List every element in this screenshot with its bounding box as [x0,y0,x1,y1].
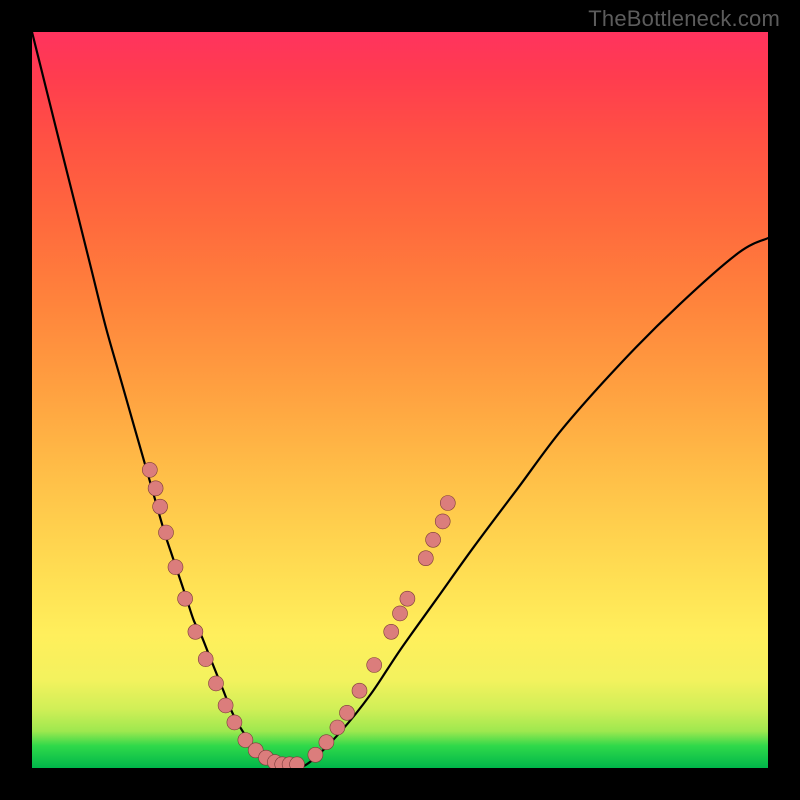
data-point [142,462,157,477]
chart-frame: TheBottleneck.com [0,0,800,800]
data-point [209,676,224,691]
data-point [319,735,334,750]
watermark-text: TheBottleneck.com [588,6,780,32]
data-point [426,532,441,547]
data-point [188,624,203,639]
data-point [153,499,168,514]
data-point [400,591,415,606]
chart-svg [32,32,768,768]
data-point [340,705,355,720]
data-point [330,720,345,735]
data-point [308,747,323,762]
data-point [168,560,183,575]
data-point [352,683,367,698]
data-point [159,525,174,540]
bottleneck-curve [32,32,768,768]
data-point [218,698,233,713]
data-point [384,624,399,639]
data-point [418,551,433,566]
data-point [440,496,455,511]
data-point [367,658,382,673]
data-point [198,652,213,667]
data-point [435,514,450,529]
data-point [178,591,193,606]
data-point [148,481,163,496]
plot-area [32,32,768,768]
data-points [142,462,455,768]
data-point [393,606,408,621]
data-point [227,715,242,730]
